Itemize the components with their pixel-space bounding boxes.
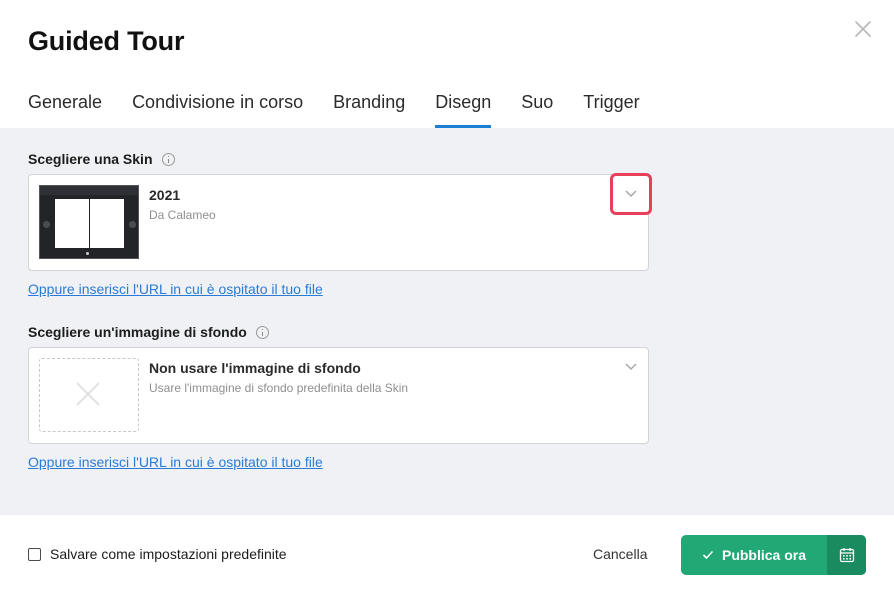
tab-trigger[interactable]: Trigger <box>583 92 639 128</box>
chevron-down-icon[interactable] <box>613 349 649 385</box>
settings-panel: Scegliere una Skin 2021 Da Calameo Oppur… <box>0 128 894 515</box>
publish-button-group: Pubblica ora <box>681 535 866 575</box>
close-icon[interactable] <box>851 17 875 41</box>
background-selected-title: Non usare l'immagine di sfondo <box>149 360 361 376</box>
calendar-icon[interactable] <box>827 535 866 575</box>
default-settings-checkbox[interactable] <box>28 548 41 561</box>
skin-selected-title: 2021 <box>149 187 181 203</box>
skin-thumbnail <box>39 185 139 259</box>
background-label-text: Scegliere un'immagine di sfondo <box>28 324 247 340</box>
no-image-placeholder <box>39 358 139 432</box>
skin-label-text: Scegliere una Skin <box>28 151 153 167</box>
skin-selected-subtitle: Da Calameo <box>149 208 216 222</box>
publish-label: Pubblica ora <box>721 547 807 563</box>
info-icon[interactable] <box>161 152 175 166</box>
tab-disegn[interactable]: Disegn <box>435 92 492 128</box>
cancel-button[interactable]: Cancella <box>593 546 647 562</box>
background-section-label: Scegliere un'immagine di sfondo <box>28 324 269 340</box>
dialog-footer: Salvare come impostazioni predefinite Ca… <box>0 515 894 597</box>
tab-bar: Generale Condivisione in corso Branding … <box>28 92 670 128</box>
checkbox-label[interactable]: Salvare come impostazioni predefinite <box>50 546 287 562</box>
skin-select[interactable]: 2021 Da Calameo <box>28 173 652 271</box>
dialog-title: Guided Tour <box>28 26 185 56</box>
dialog-header: Guided Tour Generale Condivisione in cor… <box>0 0 894 128</box>
chevron-down-icon[interactable] <box>610 173 652 215</box>
publish-now-button[interactable]: Pubblica ora <box>681 535 827 575</box>
tab-generale[interactable]: Generale <box>28 92 102 128</box>
tab-suo[interactable]: Suo <box>521 92 553 128</box>
background-selected-subtitle: Usare l'immagine di sfondo predefinita d… <box>149 381 409 395</box>
skin-section-label: Scegliere una Skin <box>28 151 175 167</box>
tab-condivisione[interactable]: Condivisione in corso <box>132 92 303 128</box>
background-url-link[interactable]: Oppure inserisci l'URL in cui è ospitato… <box>28 454 323 470</box>
tab-branding[interactable]: Branding <box>333 92 405 128</box>
info-icon[interactable] <box>255 325 269 339</box>
check-icon <box>702 550 714 560</box>
background-select[interactable]: Non usare l'immagine di sfondo Usare l'i… <box>28 347 649 444</box>
skin-url-link[interactable]: Oppure inserisci l'URL in cui è ospitato… <box>28 281 323 297</box>
